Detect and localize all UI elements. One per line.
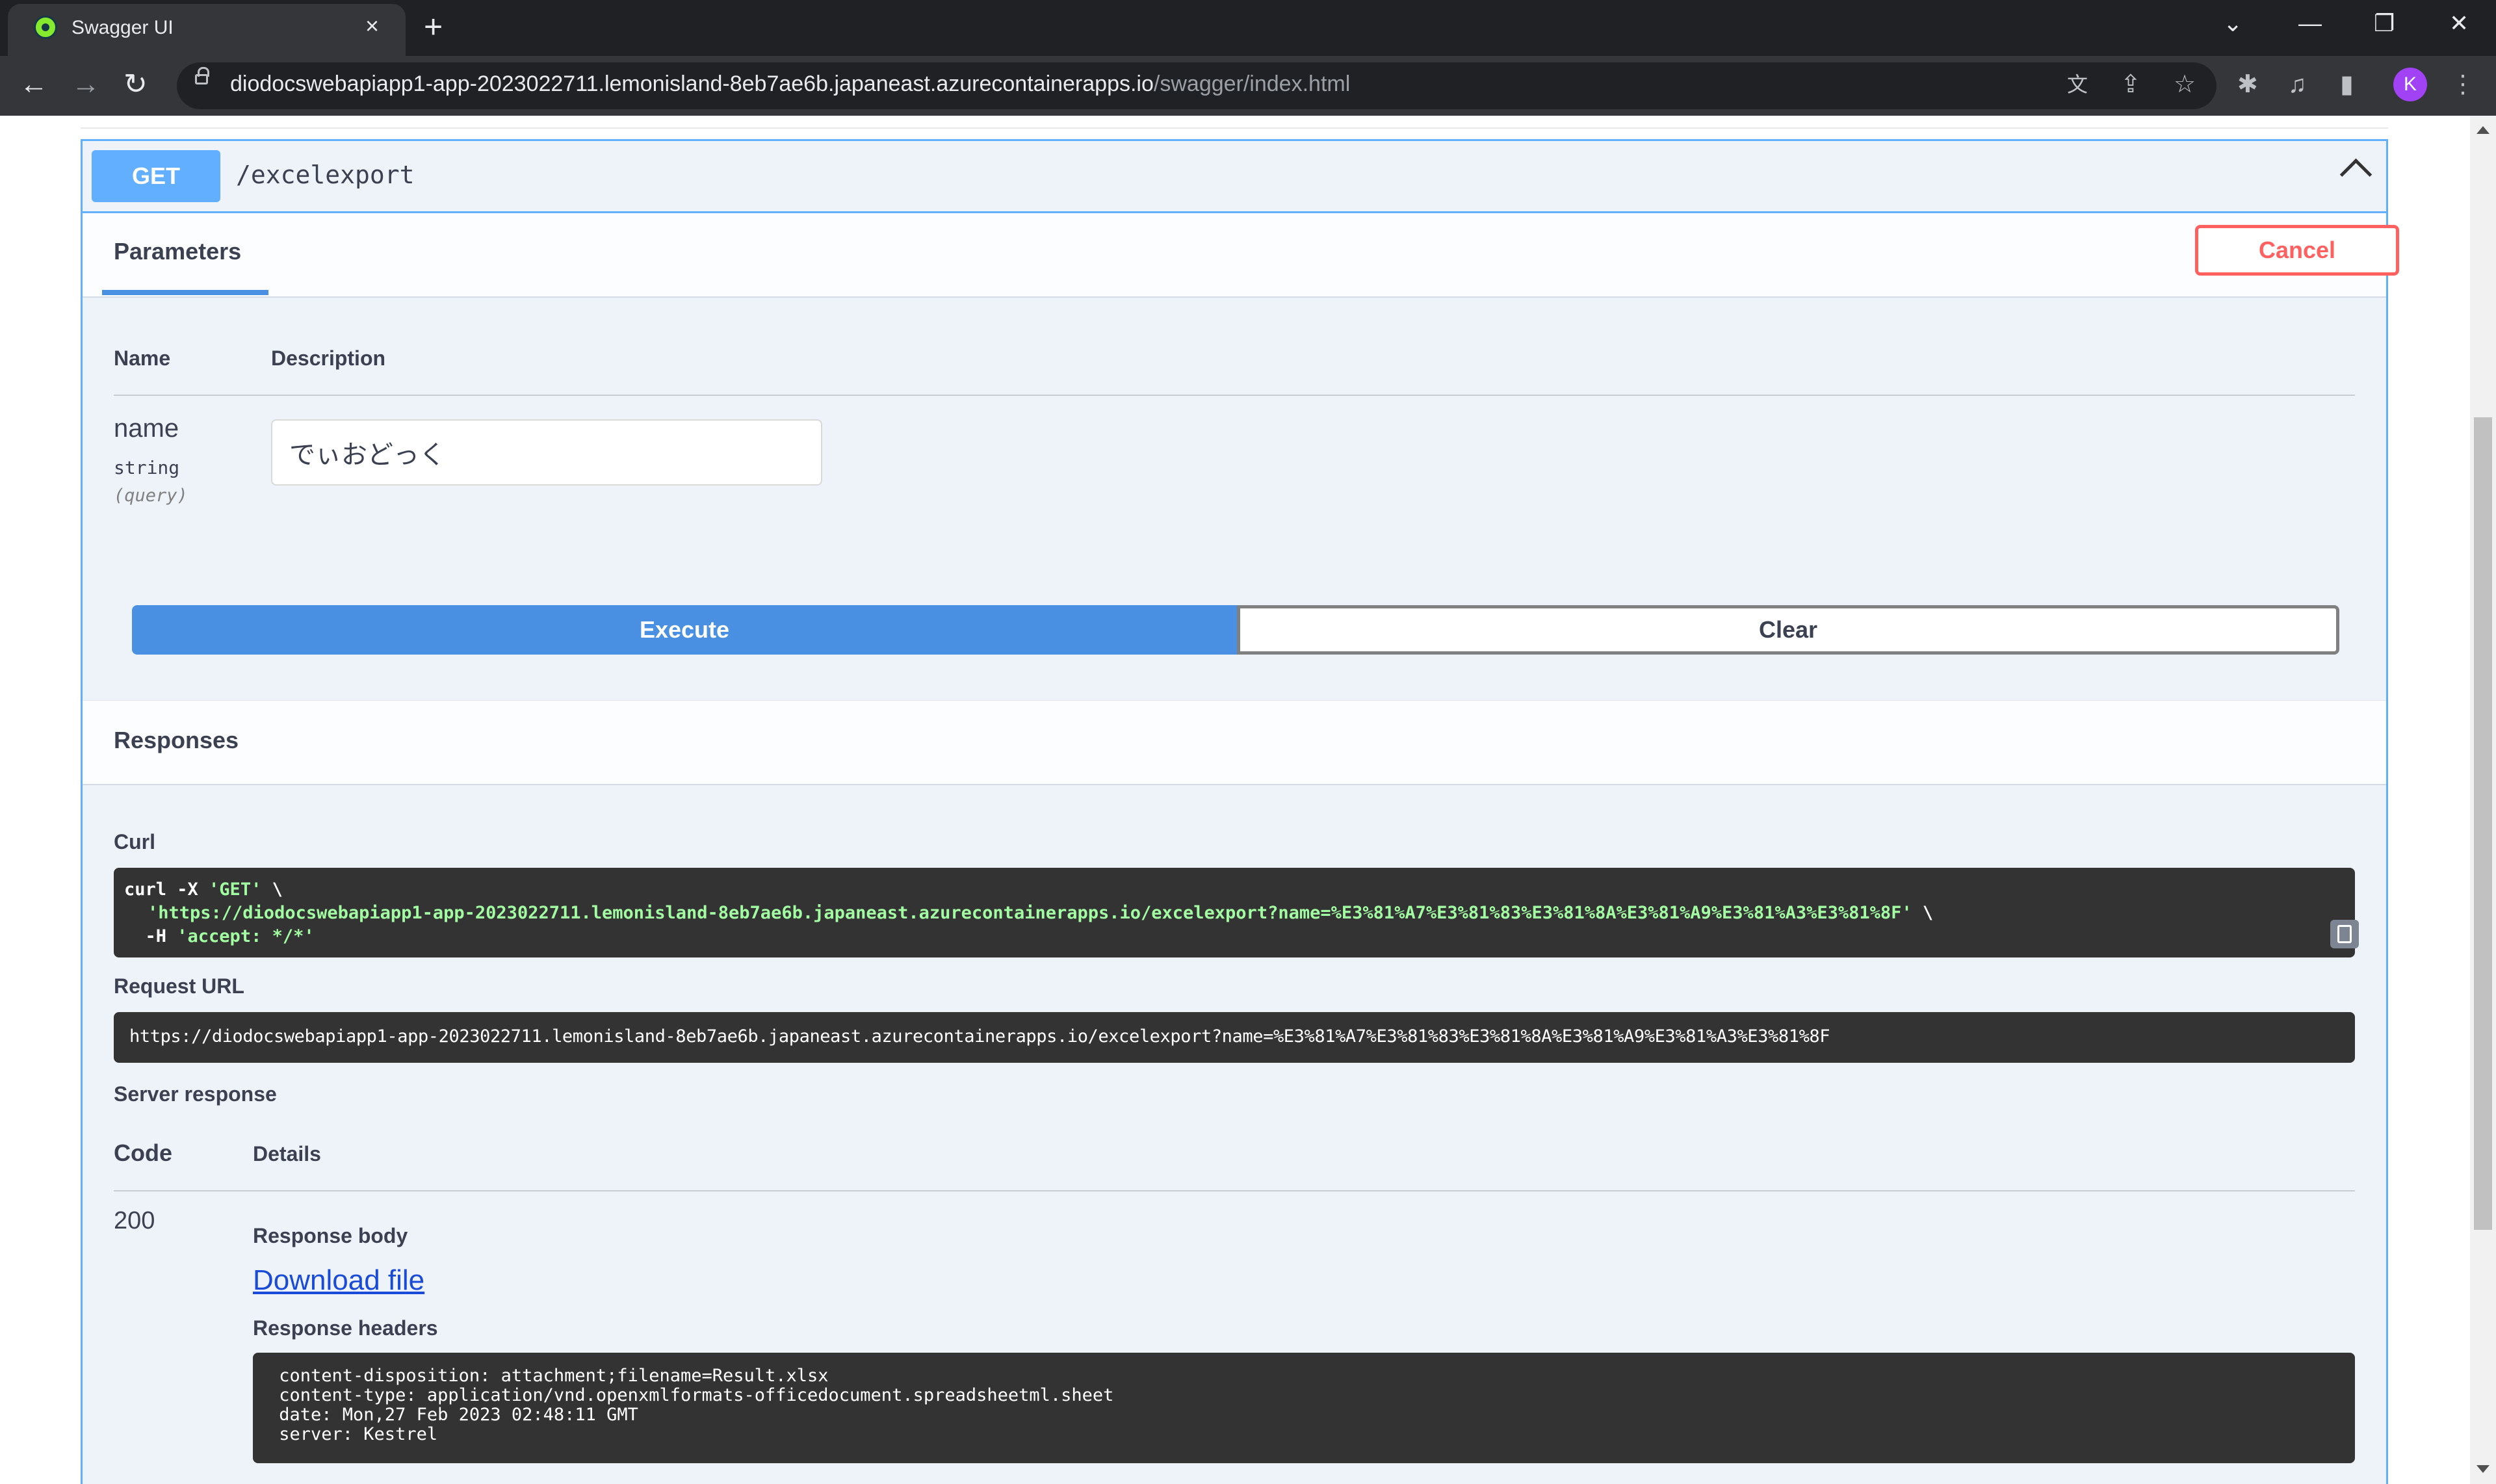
swagger-favicon-icon [34, 16, 57, 39]
column-header-code: Code [114, 1139, 172, 1166]
back-icon[interactable]: ← [20, 68, 48, 101]
responses-header: Responses [83, 700, 2386, 785]
parameter-location: (query) [114, 486, 188, 506]
parameter-name: name [114, 414, 179, 443]
request-url-label: Request URL [114, 974, 244, 998]
execute-button[interactable]: Execute [132, 605, 1237, 655]
media-icon[interactable]: ♫ [2288, 69, 2307, 100]
header-line: content-disposition: attachment;filename… [268, 1366, 829, 1386]
column-header-description: Description [271, 346, 386, 370]
minimize-icon[interactable]: — [2298, 8, 2322, 39]
curl-label: Curl [114, 830, 155, 853]
line-continuation: \ [1912, 903, 1934, 923]
response-headers-label: Response headers [253, 1316, 438, 1340]
url-host: diodocswebapiapp1-app-2023022711.lemonis… [230, 72, 1154, 96]
curl-line-3: -H 'accept: */*' [124, 926, 315, 946]
parameter-type: string [114, 457, 180, 478]
scroll-down-icon[interactable] [2476, 1465, 2490, 1473]
side-panel-icon[interactable]: ▮ [2340, 69, 2354, 100]
tab-title: Swagger UI [72, 17, 174, 38]
browser-tab[interactable] [8, 4, 406, 56]
new-tab-icon[interactable]: + [424, 10, 443, 43]
operation-summary[interactable]: GET /excelexport [83, 141, 2386, 213]
divider [81, 127, 2388, 129]
forward-icon[interactable]: → [72, 68, 100, 101]
column-header-details: Details [253, 1142, 321, 1165]
responses-title: Responses [114, 727, 239, 753]
star-icon[interactable]: ☆ [2174, 69, 2196, 100]
restore-icon[interactable]: ❐ [2374, 8, 2395, 39]
status-code: 200 [114, 1207, 155, 1234]
download-file-link[interactable]: Download file [253, 1264, 424, 1297]
header-line: content-type: application/vnd.openxmlfor… [268, 1385, 1114, 1405]
scroll-thumb[interactable] [2474, 417, 2492, 1230]
request-url: https://diodocswebapiapp1-app-2023022711… [129, 1026, 1830, 1047]
avatar[interactable]: K [2393, 68, 2427, 101]
tab-parameters[interactable]: Parameters [114, 238, 241, 265]
method-badge: GET [92, 150, 220, 202]
copy-to-clipboard-icon[interactable] [2330, 920, 2359, 948]
lock-icon[interactable] [195, 67, 209, 85]
curl-command: curl -X [124, 879, 209, 900]
chevron-up-icon[interactable] [2339, 158, 2372, 191]
scroll-up-icon[interactable] [2476, 126, 2490, 134]
curl-url: 'https://diodocswebapiapp1-app-202302271… [148, 903, 1912, 923]
tab-search-icon[interactable]: ⌄ [2223, 8, 2242, 39]
operation-block: GET /excelexport Parameters Cancel Name … [81, 139, 2399, 1484]
line-continuation: \ [261, 879, 283, 900]
response-body-label: Response body [253, 1224, 408, 1247]
curl-line-2: 'https://diodocswebapiapp1-app-202302271… [148, 903, 1933, 923]
curl-header: 'accept: */*' [177, 926, 315, 946]
reload-icon[interactable]: ↻ [124, 68, 148, 101]
menu-icon[interactable]: ⋮ [2450, 69, 2475, 100]
operation-path: /excelexport [236, 161, 415, 189]
curl-code-block[interactable]: curl -X 'GET' \ 'https://diodocswebapiap… [114, 868, 2359, 957]
response-headers-block[interactable]: content-disposition: attachment;filename… [253, 1353, 2355, 1463]
column-header-name: Name [114, 346, 171, 370]
tab-close-icon[interactable]: × [365, 13, 379, 39]
url-text[interactable]: diodocswebapiapp1-app-2023022711.lemonis… [230, 72, 1350, 97]
vertical-scrollbar[interactable] [2470, 116, 2496, 1484]
parameters-header: Parameters Cancel [83, 213, 2399, 298]
header-line: server: Kestrel [268, 1424, 438, 1444]
server-response-label: Server response [114, 1082, 277, 1106]
curl-method: 'GET' [209, 879, 262, 900]
curl-header-flag: -H [124, 926, 177, 946]
curl-line-1: curl -X 'GET' \ [124, 879, 283, 900]
translate-icon[interactable]: 文 [2067, 69, 2088, 100]
close-window-icon[interactable]: ✕ [2449, 8, 2469, 39]
request-url-block[interactable]: https://diodocswebapiapp1-app-2023022711… [114, 1012, 2355, 1063]
url-path: /swagger/index.html [1153, 72, 1351, 96]
name-input[interactable]: でぃおどっく [271, 419, 822, 486]
execute-wrapper: Execute Clear [132, 605, 2339, 657]
header-line: date: Mon,27 Feb 2023 02:48:11 GMT [268, 1405, 638, 1425]
divider [114, 395, 2355, 396]
extensions-icon[interactable]: ✱ [2237, 69, 2258, 100]
cancel-button[interactable]: Cancel [2195, 225, 2399, 276]
clear-button[interactable]: Clear [1237, 605, 2339, 655]
divider [114, 1190, 2355, 1191]
share-icon[interactable]: ⇪ [2120, 69, 2141, 100]
tab-underline [102, 290, 268, 295]
